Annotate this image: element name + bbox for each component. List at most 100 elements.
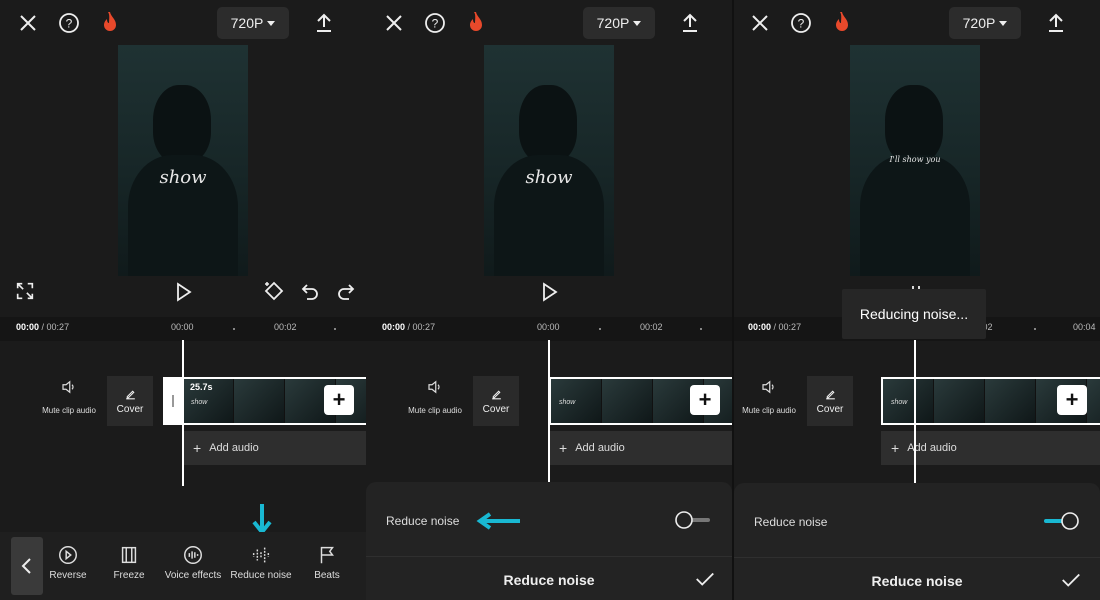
tool-label: Voice effects	[164, 570, 222, 581]
add-clip-button[interactable]: +	[690, 385, 720, 415]
help-icon[interactable]: ?	[789, 11, 813, 35]
resolution-dropdown[interactable]: 720P	[583, 7, 655, 39]
close-icon[interactable]	[382, 11, 406, 35]
video-preview[interactable]: I'll show you	[850, 45, 980, 276]
preview-figure-head	[885, 85, 943, 163]
edit-toolbar: Reverse Freeze Voice effects Reduce nois…	[0, 532, 366, 600]
video-preview[interactable]: show	[484, 45, 614, 276]
cover-button[interactable]: Cover	[107, 376, 153, 426]
add-audio-button[interactable]: + Add audio	[549, 431, 732, 465]
playhead[interactable]	[548, 340, 550, 486]
clip-trim-handle[interactable]	[163, 377, 183, 425]
plus-icon: +	[193, 440, 202, 456]
resolution-dropdown[interactable]: 720P	[949, 7, 1021, 39]
cover-button[interactable]: Cover	[807, 376, 853, 426]
flame-icon[interactable]	[830, 10, 854, 34]
export-icon[interactable]	[1044, 11, 1068, 35]
preview-overlay-text: show	[159, 167, 207, 188]
current-time: 00:00	[382, 322, 406, 332]
undo-icon[interactable]	[298, 280, 322, 304]
beats-icon	[320, 546, 334, 564]
reducing-noise-toast: Reducing noise...	[842, 289, 986, 339]
redo-icon[interactable]	[334, 280, 358, 304]
caret-down-icon	[267, 20, 276, 26]
plus-icon: +	[891, 440, 900, 456]
speaker-icon	[762, 380, 774, 394]
reverse-icon	[59, 546, 77, 564]
add-clip-button[interactable]: +	[324, 385, 354, 415]
clip-thumbnail: show	[883, 379, 934, 423]
play-icon[interactable]	[171, 280, 195, 304]
mute-clip-audio-button[interactable]: Mute clip audio	[734, 378, 804, 415]
video-preview[interactable]: show	[118, 45, 248, 276]
clip-thumbnail: show	[551, 379, 602, 423]
close-icon[interactable]	[748, 11, 772, 35]
time-readout: 00:00 / 00:27	[748, 322, 801, 332]
cover-button[interactable]: Cover	[473, 376, 519, 426]
ruler-mark: 00:00	[537, 322, 560, 332]
export-icon[interactable]	[678, 11, 702, 35]
tool-freeze[interactable]: Freeze	[96, 544, 162, 581]
mute-clip-audio-button[interactable]: Mute clip audio	[400, 378, 470, 415]
tool-beats[interactable]: Beats	[294, 544, 360, 581]
timeline-ruler[interactable]: 00:00 / 00:27 00:00 00:02	[366, 317, 732, 341]
caret-down-icon	[633, 20, 642, 26]
thumb-text: show	[559, 399, 576, 406]
current-time: 00:00	[16, 322, 40, 332]
resolution-label: 720P	[596, 15, 630, 31]
keyframe-icon[interactable]	[262, 279, 286, 303]
left-arrow-pointer-icon	[476, 512, 520, 530]
clip-thumbnail	[985, 379, 1036, 423]
ruler-dot	[1034, 328, 1036, 330]
mute-clip-audio-label: Mute clip audio	[42, 406, 96, 415]
svg-text:?: ?	[66, 17, 73, 31]
total-time: / 00:27	[773, 322, 802, 332]
mute-clip-audio-button[interactable]: Mute clip audio	[34, 378, 104, 415]
play-icon[interactable]	[537, 280, 561, 304]
tool-voice-effects[interactable]: Voice effects	[160, 544, 226, 581]
ruler-dot	[334, 328, 336, 330]
ruler-mark: 00:04	[1073, 322, 1096, 332]
speaker-icon	[428, 380, 440, 394]
mute-clip-audio-label: Mute clip audio	[742, 406, 796, 415]
flame-icon[interactable]	[98, 10, 122, 34]
ruler-dot	[599, 328, 601, 330]
playhead[interactable]	[182, 340, 184, 486]
cover-label: Cover	[816, 403, 844, 415]
export-icon[interactable]	[312, 11, 336, 35]
pencil-icon	[125, 389, 135, 399]
sheet-title: Reduce noise	[871, 573, 963, 589]
tool-reduce-noise[interactable]: Reduce noise	[228, 544, 294, 581]
add-clip-button[interactable]: +	[1057, 385, 1087, 415]
timeline-ruler[interactable]: 00:00 / 00:27 00:00 00:02	[0, 317, 366, 341]
tool-label: Freeze	[113, 570, 145, 581]
add-audio-label: Add audio	[209, 442, 259, 454]
confirm-check-icon[interactable]	[1060, 569, 1082, 591]
resolution-dropdown[interactable]: 720P	[217, 7, 289, 39]
clip-thumbnail	[602, 379, 653, 423]
fullscreen-icon[interactable]	[14, 280, 36, 302]
playhead[interactable]	[914, 340, 916, 486]
help-icon[interactable]: ?	[57, 11, 81, 35]
ruler-mark: 00:00	[171, 322, 194, 332]
clip-thumbnail	[1087, 379, 1100, 423]
thumb-text: show	[891, 399, 908, 406]
sheet-divider	[734, 557, 1100, 558]
tool-reverse[interactable]: Reverse	[35, 544, 101, 581]
help-icon[interactable]: ?	[423, 11, 447, 35]
clip-thumbnail	[234, 379, 285, 423]
preview-overlay-text: I'll show you	[889, 155, 941, 164]
confirm-check-icon[interactable]	[694, 568, 716, 590]
plus-icon: +	[559, 440, 568, 456]
tool-label: Beats	[314, 570, 340, 581]
ruler-mark: 00:02	[640, 322, 663, 332]
reduce-noise-toggle[interactable]	[674, 510, 714, 530]
caret-down-icon	[999, 20, 1008, 26]
ruler-dot	[233, 328, 235, 330]
close-icon[interactable]	[16, 11, 40, 35]
reduce-noise-sheet: Reduce noise Reduce noise	[366, 482, 732, 600]
add-audio-button[interactable]: + Add audio	[183, 431, 366, 465]
flame-icon[interactable]	[464, 10, 488, 34]
thumb-text: show	[191, 399, 208, 406]
reduce-noise-toggle[interactable]	[1040, 511, 1080, 531]
